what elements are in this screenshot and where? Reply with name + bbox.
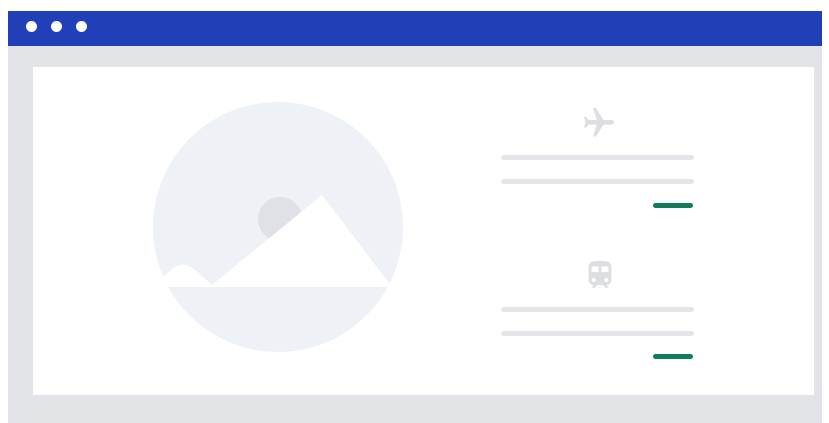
- price-accent-bar: [653, 203, 693, 208]
- text-line-placeholder: [501, 155, 694, 160]
- window-control-dot[interactable]: [76, 21, 87, 32]
- train-icon: [588, 260, 612, 288]
- text-line-placeholder: [501, 179, 694, 184]
- title-bar: [8, 11, 822, 46]
- browser-window: [8, 11, 822, 423]
- window-control-dot[interactable]: [51, 21, 62, 32]
- text-line-placeholder: [501, 331, 694, 336]
- content-panel: [33, 67, 814, 395]
- window-control-dot[interactable]: [26, 21, 37, 32]
- image-placeholder-icon: [153, 102, 403, 352]
- airplane-icon: [584, 108, 614, 137]
- price-accent-bar: [653, 354, 693, 359]
- text-line-placeholder: [501, 307, 694, 312]
